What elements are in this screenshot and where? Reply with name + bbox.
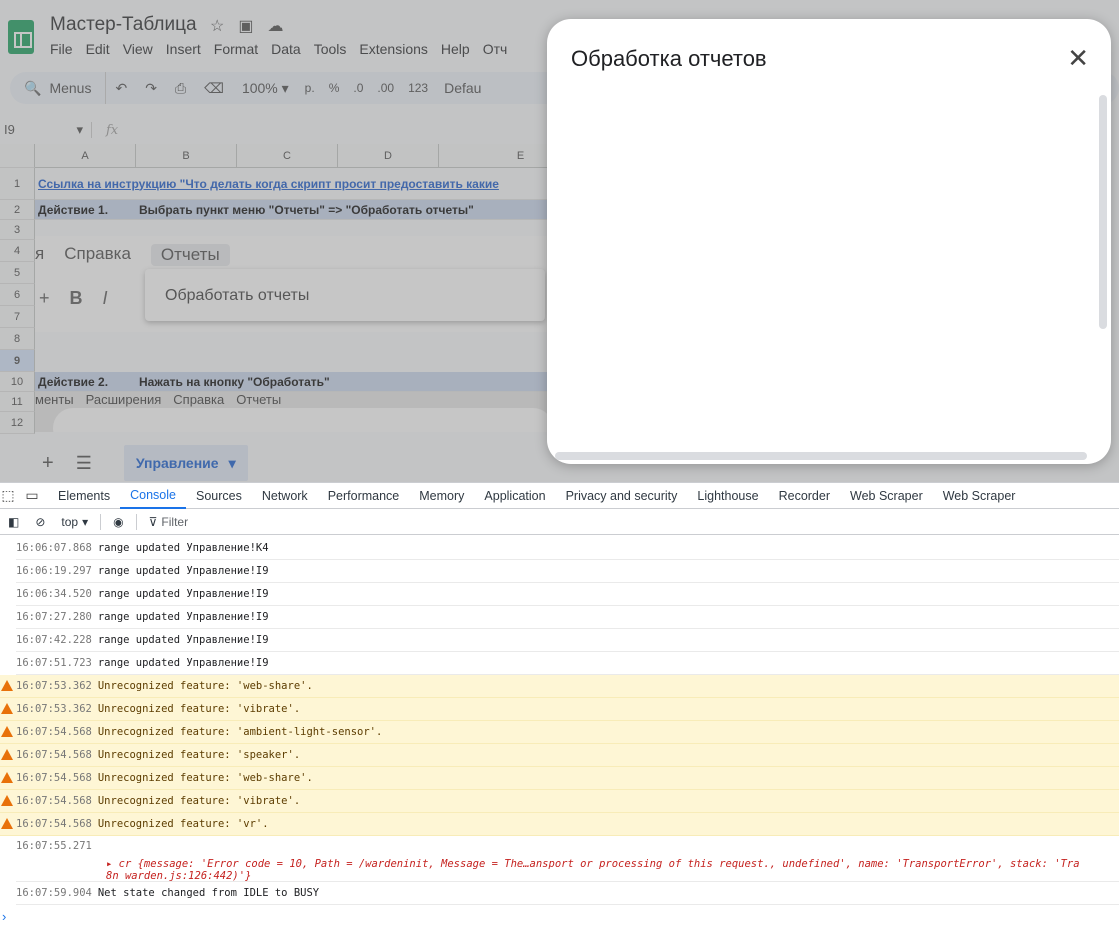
divider — [135, 513, 137, 530]
log-timestamp: 16:07:54.568 — [16, 726, 92, 738]
screen: Мастер-Таблица ☆ ▣ ☁ File Edit View Inse… — [0, 0, 1119, 940]
log-timestamp: 16:06:19.297 — [16, 565, 92, 577]
tab-network[interactable]: Network — [252, 483, 318, 509]
tab-privacy-security[interactable]: Privacy and security — [556, 483, 688, 509]
log-timestamp: 16:07:53.362 — [16, 680, 92, 692]
tab-memory[interactable]: Memory — [409, 483, 474, 509]
log-timestamp: 16:07:42.228 — [16, 634, 92, 646]
sheets-app: Мастер-Таблица ☆ ▣ ☁ File Edit View Inse… — [0, 0, 1119, 482]
dialog-horizontal-scrollbar[interactable] — [555, 452, 1087, 460]
context-value: top — [61, 514, 79, 529]
console-warning-row: 16:07:54.568 Unrecognized feature: 'speak… — [0, 744, 1119, 767]
warning-icon — [1, 795, 13, 806]
console-log-row: 16:06:34.520 range updated Управление!I9 — [16, 583, 1119, 606]
console-warning-row: 16:07:54.568 Unrecognized feature: 'vibra… — [0, 790, 1119, 813]
error-object-line-1: ▸ cr {message: 'Error code = 10, Path = … — [106, 858, 1080, 870]
log-timestamp: 16:07:54.568 — [16, 818, 92, 830]
log-message: Net state changed from IDLE to BUSY — [97, 887, 320, 899]
close-icon[interactable]: ✕ — [1067, 45, 1089, 71]
tab-web-scraper-2[interactable]: Web Scraper — [933, 483, 1026, 509]
console-error-object-row[interactable]: 16:07:55.271 ▸ cr {message: 'Error code … — [16, 836, 1119, 882]
console-warning-row: 16:07:54.568 Unrecognized feature: 'vr'. — [0, 813, 1119, 836]
warning-icon — [1, 726, 13, 737]
log-message: Unrecognized feature: 'speaker'. — [97, 749, 301, 761]
log-timestamp: 16:07:54.568 — [16, 795, 92, 807]
log-timestamp: 16:07:54.568 — [16, 772, 92, 784]
devtools-panel: ⬚ ▭ Elements Console Sources Network Per… — [0, 482, 1119, 940]
console-warning-row: 16:07:54.568 Unrecognized feature: 'ambie… — [0, 721, 1119, 744]
log-timestamp: 16:06:07.868 — [16, 542, 92, 554]
tab-application[interactable]: Application — [474, 483, 555, 509]
console-log-row: 16:07:42.228 range updated Управление!I9 — [16, 629, 1119, 652]
dialog-title: Обработка отчетов — [571, 46, 767, 71]
log-message: range updated Управление!K4 — [97, 542, 269, 554]
log-timestamp: 16:07:53.362 — [16, 703, 92, 715]
log-timestamp: 16:07:54.568 — [16, 749, 92, 761]
console-filter-bar: ◧ ⊘ top ▾ ◉ ⊽ Filter — [0, 509, 1119, 535]
log-timestamp: 16:07:59.904 — [16, 887, 92, 899]
error-object[interactable]: ▸ cr {message: 'Error code = 10, Path = … — [106, 858, 1080, 882]
log-message: Unrecognized feature: 'vibrate'. — [97, 795, 301, 807]
console-log-row: 16:07:59.904 Net state changed from IDLE … — [16, 882, 1119, 905]
console-log-row: 16:07:51.723 range updated Управление!I9 — [16, 652, 1119, 675]
log-message: range updated Управление!I9 — [97, 565, 269, 577]
clear-console-icon[interactable]: ⊘ — [27, 515, 53, 529]
log-message: Unrecognized feature: 'web-share'. — [97, 680, 313, 692]
tab-sources[interactable]: Sources — [186, 483, 252, 509]
inspect-element-icon[interactable]: ⬚ — [0, 487, 16, 504]
console-log-row: 16:06:07.868 range updated Управление!K4 — [16, 537, 1119, 560]
console-warning-row: 16:07:53.362 Unrecognized feature: 'vibra… — [0, 698, 1119, 721]
log-message: range updated Управление!I9 — [97, 657, 269, 669]
reports-dialog: Обработка отчетов ✕ — [547, 19, 1111, 464]
chevron-down-icon: ▾ — [82, 514, 89, 529]
tab-web-scraper[interactable]: Web Scraper — [840, 483, 933, 509]
filter-placeholder: Filter — [161, 514, 189, 529]
console-log-row: 16:07:27.280 range updated Управление!I9 — [16, 606, 1119, 629]
console-log-row: 16:06:19.297 range updated Управление!I9 — [16, 560, 1119, 583]
log-message: Unrecognized feature: 'ambient-light-sen… — [97, 726, 383, 738]
warning-icon — [1, 703, 13, 714]
log-timestamp: 16:07:55.271 — [16, 840, 92, 852]
warning-icon — [1, 772, 13, 783]
tab-console[interactable]: Console — [120, 483, 186, 509]
log-message: range updated Управление!I9 — [97, 611, 269, 623]
log-message: Unrecognized feature: 'web-share'. — [97, 772, 313, 784]
console-output: 16:06:07.868 range updated Управление!K4 … — [0, 537, 1119, 924]
log-message: Unrecognized feature: 'vibrate'. — [97, 703, 301, 715]
filter-input[interactable]: ⊽ Filter — [141, 515, 196, 529]
console-warning-row: 16:07:53.362 Unrecognized feature: 'web-s… — [0, 675, 1119, 698]
device-toolbar-icon[interactable]: ▭ — [16, 487, 48, 504]
console-warning-row: 16:07:54.568 Unrecognized feature: 'web-s… — [0, 767, 1119, 790]
tab-lighthouse[interactable]: Lighthouse — [687, 483, 768, 509]
warning-icon — [1, 818, 13, 829]
filter-icon: ⊽ — [148, 514, 158, 529]
log-message: Unrecognized feature: 'vr'. — [97, 818, 269, 830]
error-object-line-2: 8n_warden.js:126:442)'} — [106, 870, 252, 882]
warning-icon — [1, 749, 13, 760]
log-message: range updated Управление!I9 — [97, 588, 269, 600]
log-message: range updated Управление!I9 — [97, 634, 269, 646]
dialog-vertical-scrollbar[interactable] — [1099, 95, 1107, 329]
devtools-tabs: ⬚ ▭ Elements Console Sources Network Per… — [0, 483, 1119, 509]
tab-performance[interactable]: Performance — [318, 483, 410, 509]
sidebar-toggle-icon[interactable]: ◧ — [0, 515, 27, 529]
log-timestamp: 16:07:51.723 — [16, 657, 92, 669]
divider — [100, 513, 102, 530]
log-timestamp: 16:06:34.520 — [16, 588, 92, 600]
log-timestamp: 16:07:27.280 — [16, 611, 92, 623]
tab-elements[interactable]: Elements — [48, 483, 120, 509]
context-select[interactable]: top ▾ — [53, 515, 96, 529]
console-prompt[interactable]: › — [2, 909, 1119, 924]
tab-recorder[interactable]: Recorder — [769, 483, 840, 509]
live-expression-eye-icon[interactable]: ◉ — [105, 515, 131, 529]
warning-icon — [1, 680, 13, 691]
